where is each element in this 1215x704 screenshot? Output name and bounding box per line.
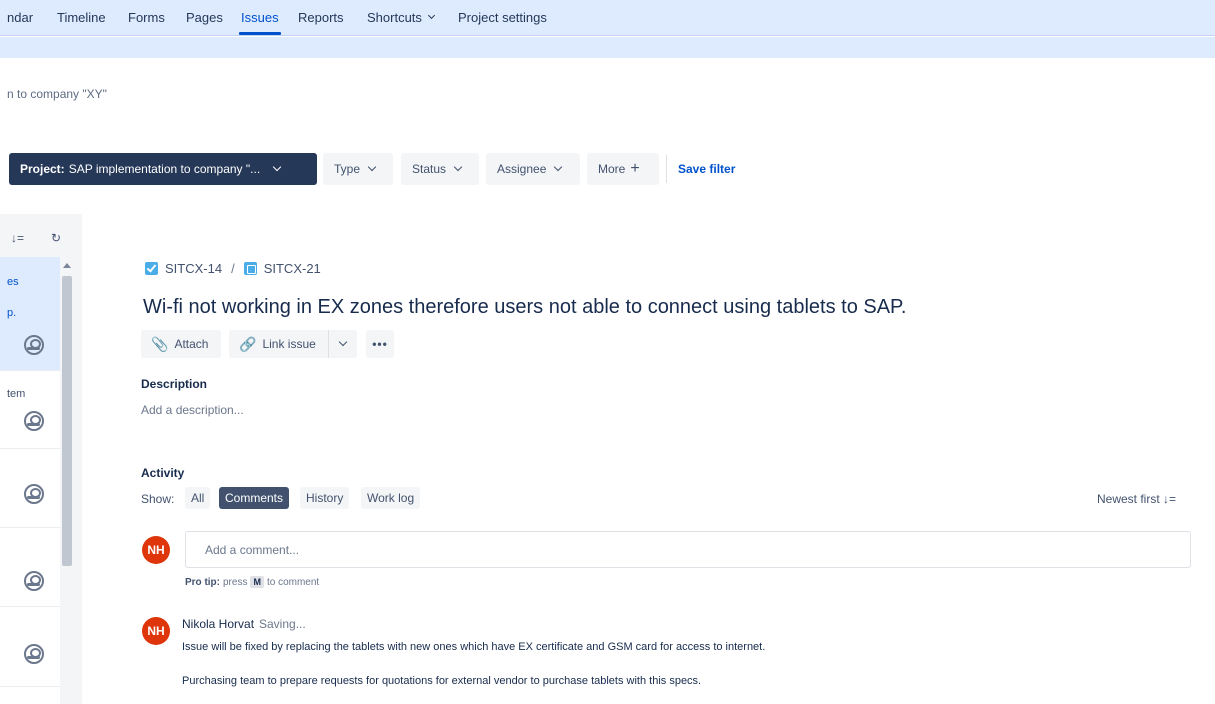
activity-label: Activity [141, 466, 185, 480]
save-filter-link[interactable]: Save filter [678, 162, 735, 176]
sort-order-button[interactable]: Newest first ↓= [1097, 492, 1176, 506]
pro-tip-post: to comment [266, 576, 320, 588]
sort-order-label: Newest first [1097, 492, 1160, 506]
plus-icon: + [630, 160, 640, 177]
chevron-down-icon [338, 337, 348, 347]
list-item-subtitle: p. [7, 307, 17, 319]
nav-item-shortcuts[interactable]: Shortcuts [367, 10, 435, 25]
task-type-icon [145, 262, 158, 275]
scroll-up-arrow-icon[interactable] [63, 263, 71, 268]
nav-item-calendar[interactable]: ndar [7, 10, 33, 25]
user-avatar-icon [24, 484, 44, 504]
issue-key-link[interactable]: SITCX-21 [264, 261, 321, 276]
nav-item-issues[interactable]: Issues [241, 10, 279, 25]
more-filter-label: More [598, 162, 626, 176]
issue-title[interactable]: Wi-fi not working in EX zones therefore … [143, 296, 906, 319]
nav-item-pages[interactable]: Pages [186, 10, 223, 25]
keyboard-shortcut-key: M [250, 576, 264, 588]
list-scrollbar-thumb[interactable] [62, 276, 72, 566]
status-filter-button[interactable]: Status [401, 153, 479, 185]
comment-body-line: Issue will be fixed by replacing the tab… [182, 641, 766, 653]
list-item[interactable]: tem [0, 371, 60, 449]
list-item[interactable] [0, 528, 60, 607]
project-filter-value: SAP implementation to company "... [68, 162, 261, 176]
activity-show-label: Show: [141, 492, 175, 506]
chevron-down-icon [367, 162, 377, 172]
description-label: Description [141, 377, 208, 391]
refresh-icon[interactable]: ↻ [51, 231, 61, 245]
activity-filter-history[interactable]: History [300, 487, 350, 509]
nav-subbar [0, 37, 1215, 58]
type-filter-button[interactable]: Type [323, 153, 393, 185]
more-actions-button[interactable]: ••• [366, 330, 394, 358]
comment-body-line: Purchasing team to prepare requests for … [182, 675, 702, 687]
list-item[interactable] [0, 449, 60, 528]
link-icon: 🔗 [239, 335, 257, 352]
pro-tip-label: Pro tip: [185, 576, 220, 588]
user-avatar-icon [24, 571, 44, 591]
nav-active-indicator [239, 32, 281, 35]
type-filter-label: Type [334, 162, 361, 176]
chevron-down-icon [453, 162, 463, 172]
project-filter-label: Project: [20, 162, 65, 176]
description-placeholder[interactable]: Add a description... [141, 403, 244, 417]
chevron-down-icon [272, 162, 282, 172]
nav-shortcuts-label: Shortcuts [367, 10, 422, 25]
assignee-filter-button[interactable]: Assignee [486, 153, 580, 185]
breadcrumb-separator: / [231, 261, 235, 276]
user-avatar-icon [24, 411, 44, 431]
pro-tip: Pro tip: press M to comment [185, 576, 319, 588]
user-avatar-icon [24, 335, 44, 355]
pro-tip-pre: press [223, 576, 248, 588]
list-item-title: es [7, 276, 19, 288]
issue-list: es p. tem [0, 257, 60, 704]
top-navigation: ndar Timeline Forms Pages Issues Reports… [0, 0, 1215, 36]
current-user-avatar: NH [142, 536, 170, 564]
link-issue-dropdown-button[interactable] [329, 330, 357, 358]
user-avatar-icon [24, 644, 44, 664]
filter-divider [666, 155, 667, 183]
sort-icon: ↓= [1163, 492, 1177, 506]
assignee-filter-label: Assignee [497, 162, 547, 176]
nav-item-timeline[interactable]: Timeline [57, 10, 106, 25]
comment-saving-status: Saving... [259, 617, 306, 631]
list-item[interactable]: es p. [0, 257, 60, 371]
project-breadcrumb[interactable]: n to company "XY" [7, 87, 107, 101]
activity-filter-worklog[interactable]: Work log [361, 487, 421, 509]
sort-icon[interactable]: ↓= [11, 231, 24, 245]
attach-button[interactable]: 📎 Attach [141, 330, 221, 358]
project-filter-button[interactable]: Project: SAP implementation to company "… [9, 153, 317, 185]
activity-filter-comments[interactable]: Comments [219, 487, 290, 509]
attach-label: Attach [174, 337, 209, 351]
link-issue-label: Link issue [262, 337, 316, 351]
link-issue-button[interactable]: 🔗 Link issue [229, 330, 328, 358]
nav-item-reports[interactable]: Reports [298, 10, 344, 25]
comment-author-name[interactable]: Nikola Horvat [182, 617, 254, 631]
activity-filter-all[interactable]: All [185, 487, 211, 509]
chevron-down-icon [554, 162, 563, 172]
more-dots-icon: ••• [372, 337, 388, 351]
comment-author-avatar: NH [142, 617, 170, 645]
list-item[interactable] [0, 607, 60, 687]
parent-issue-link[interactable]: SITCX-14 [165, 261, 222, 276]
nav-item-project-settings[interactable]: Project settings [458, 10, 547, 25]
subtask-type-icon [243, 262, 257, 275]
comment-input[interactable]: Add a comment... [185, 531, 1191, 568]
paperclip-icon: 📎 [151, 335, 169, 352]
chevron-down-icon [427, 11, 435, 20]
more-filter-button[interactable]: More + [587, 153, 659, 185]
status-filter-label: Status [412, 162, 447, 176]
list-item-title: tem [7, 388, 26, 400]
nav-item-forms[interactable]: Forms [128, 10, 165, 25]
issue-breadcrumb: SITCX-14 / SITCX-21 [145, 261, 321, 276]
